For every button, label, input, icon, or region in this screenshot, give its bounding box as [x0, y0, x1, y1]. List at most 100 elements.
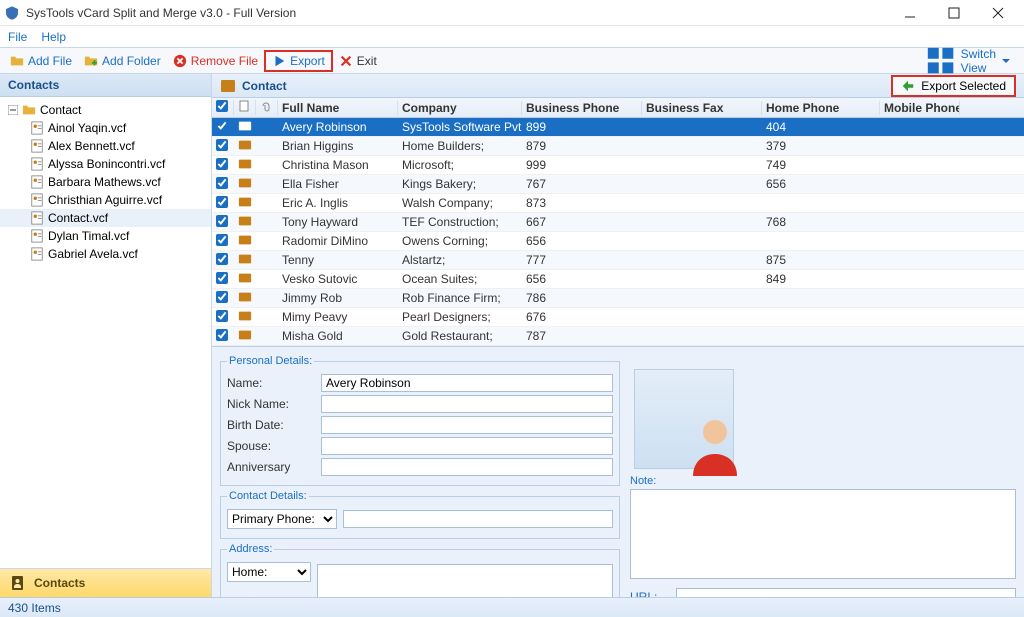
table-row[interactable]: Misha Gold Gold Restaurant; 787 — [212, 327, 1024, 346]
row-checkbox[interactable] — [216, 272, 228, 284]
row-checkbox[interactable] — [216, 329, 228, 341]
tree-file[interactable]: Barbara Mathews.vcf — [0, 173, 211, 191]
menu-help[interactable]: Help — [41, 30, 66, 44]
nick-field[interactable] — [321, 395, 613, 413]
tree-file[interactable]: Contact.vcf — [0, 209, 211, 227]
add-folder-label: Add Folder — [102, 54, 161, 68]
exit-button[interactable]: Exit — [333, 52, 383, 70]
export-selected-button[interactable]: Export Selected — [891, 75, 1016, 97]
table-row[interactable]: Jimmy Rob Rob Finance Firm; 786 — [212, 289, 1024, 308]
card-icon — [238, 271, 252, 285]
cell-bphone: 656 — [522, 272, 642, 286]
maximize-button[interactable] — [932, 0, 976, 26]
row-checkbox[interactable] — [216, 310, 228, 322]
tree-file[interactable]: Alex Bennett.vcf — [0, 137, 211, 155]
tree-file[interactable]: Dylan Timal.vcf — [0, 227, 211, 245]
row-checkbox[interactable] — [216, 253, 228, 265]
table-row[interactable]: Tenny Alstartz; 777 875 — [212, 251, 1024, 270]
tree-file[interactable]: Alyssa Bonincontri.vcf — [0, 155, 211, 173]
contacts-grid: Full Name Company Business Phone Busines… — [212, 98, 1024, 346]
address-legend: Address: — [227, 543, 274, 555]
collapse-icon — [8, 105, 18, 115]
name-field[interactable] — [321, 374, 613, 392]
cell-hphone: 849 — [762, 272, 880, 286]
primary-phone-select[interactable]: Primary Phone: — [227, 509, 337, 529]
attachment-icon — [260, 100, 272, 112]
row-checkbox[interactable] — [216, 139, 228, 151]
row-checkbox[interactable] — [216, 291, 228, 303]
cell-company: Microsoft; — [398, 158, 522, 172]
tree-file-label: Alyssa Bonincontri.vcf — [48, 157, 165, 171]
minimize-button[interactable] — [888, 0, 932, 26]
col-business-fax[interactable]: Business Fax — [642, 101, 762, 115]
table-row[interactable]: Radomir DiMino Owens Corning; 656 — [212, 232, 1024, 251]
cell-bphone: 667 — [522, 215, 642, 229]
table-row[interactable]: Vesko Sutovic Ocean Suites; 656 849 — [212, 270, 1024, 289]
address-type-select[interactable]: Home: — [227, 562, 311, 582]
tree-file-label: Christhian Aguirre.vcf — [48, 193, 162, 207]
tree-file[interactable]: Ainol Yaqin.vcf — [0, 119, 211, 137]
add-folder-button[interactable]: Add Folder — [78, 52, 167, 70]
contact-legend: Contact Details: — [227, 490, 309, 502]
switch-view-dropdown[interactable]: Switch View — [916, 44, 1020, 77]
nick-label: Nick Name: — [227, 397, 315, 411]
menubar: File Help — [0, 26, 1024, 48]
cell-hphone: 404 — [762, 120, 880, 134]
nav-contacts[interactable]: Contacts — [0, 569, 211, 597]
cell-name: Misha Gold — [278, 329, 398, 343]
note-field[interactable] — [630, 489, 1016, 579]
table-row[interactable]: Eric A. Inglis Walsh Company; 873 — [212, 194, 1024, 213]
table-row[interactable]: Ella Fisher Kings Bakery; 767 656 — [212, 175, 1024, 194]
tree-file[interactable]: Christhian Aguirre.vcf — [0, 191, 211, 209]
row-checkbox[interactable] — [216, 158, 228, 170]
export-button[interactable]: Export — [264, 50, 333, 72]
primary-phone-field[interactable] — [343, 510, 613, 528]
card-icon — [238, 290, 252, 304]
vcf-file-icon — [30, 211, 44, 225]
birth-field[interactable] — [321, 416, 613, 434]
url-field[interactable] — [676, 588, 1016, 597]
table-row[interactable]: Tony Hayward TEF Construction; 667 768 — [212, 213, 1024, 232]
row-checkbox[interactable] — [216, 120, 228, 132]
table-row[interactable]: Avery Robinson SysTools Software Pvt. Lt… — [212, 118, 1024, 137]
address-field[interactable] — [317, 564, 613, 597]
row-checkbox[interactable] — [216, 177, 228, 189]
row-checkbox[interactable] — [216, 234, 228, 246]
cell-bphone: 656 — [522, 234, 642, 248]
col-mobile-phone[interactable]: Mobile Phone — [880, 101, 960, 115]
col-full-name[interactable]: Full Name — [278, 101, 398, 115]
nav-contacts-label: Contacts — [34, 576, 85, 590]
spouse-field[interactable] — [321, 437, 613, 455]
tree-root[interactable]: Contact — [0, 101, 211, 119]
cell-name: Tenny — [278, 253, 398, 267]
cell-hphone: 768 — [762, 215, 880, 229]
table-row[interactable]: Christina Mason Microsoft; 999 749 — [212, 156, 1024, 175]
birth-label: Birth Date: — [227, 418, 315, 432]
col-business-phone[interactable]: Business Phone — [522, 101, 642, 115]
cell-hphone: 749 — [762, 158, 880, 172]
col-home-phone[interactable]: Home Phone — [762, 101, 880, 115]
cell-name: Radomir DiMino — [278, 234, 398, 248]
cell-bphone: 879 — [522, 139, 642, 153]
row-checkbox[interactable] — [216, 215, 228, 227]
menu-file[interactable]: File — [8, 30, 27, 44]
col-checkbox[interactable] — [212, 100, 234, 115]
tree-file-label: Ainol Yaqin.vcf — [48, 121, 126, 135]
table-row[interactable]: Mimy Peavy Pearl Designers; 676 — [212, 308, 1024, 327]
cell-company: Walsh Company; — [398, 196, 522, 210]
cell-company: Alstartz; — [398, 253, 522, 267]
card-icon — [238, 157, 252, 171]
tree-file[interactable]: Gabriel Avela.vcf — [0, 245, 211, 263]
exit-label: Exit — [357, 54, 377, 68]
table-row[interactable]: Brian Higgins Home Builders; 879 379 — [212, 137, 1024, 156]
tree-file-label: Contact.vcf — [48, 211, 108, 225]
add-file-button[interactable]: Add File — [4, 52, 78, 70]
remove-file-label: Remove File — [191, 54, 258, 68]
remove-file-button[interactable]: Remove File — [167, 52, 264, 70]
cell-bphone: 777 — [522, 253, 642, 267]
col-company[interactable]: Company — [398, 101, 522, 115]
row-checkbox[interactable] — [216, 196, 228, 208]
anniv-field[interactable] — [321, 458, 613, 476]
cell-bphone: 767 — [522, 177, 642, 191]
close-button[interactable] — [976, 0, 1020, 26]
